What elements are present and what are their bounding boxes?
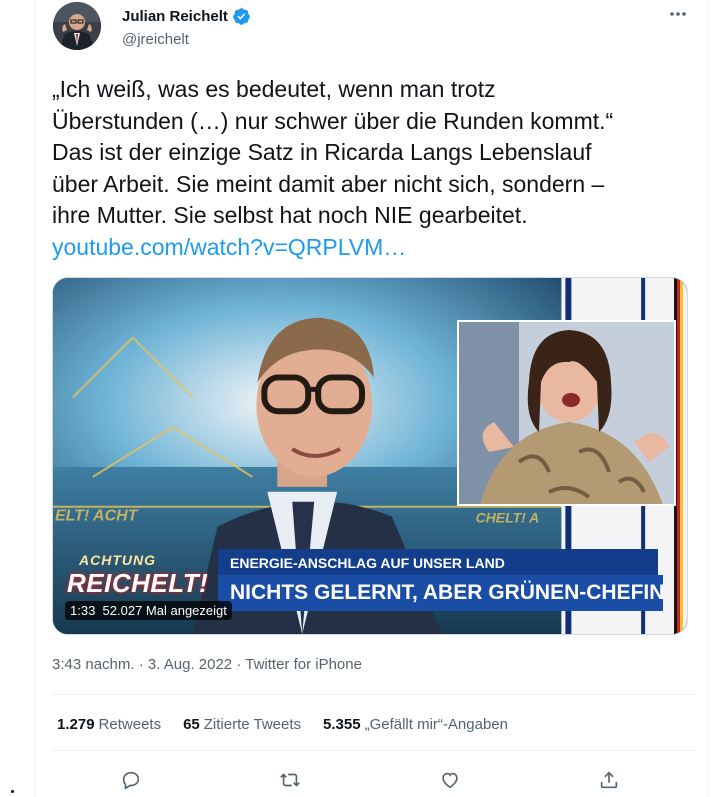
divider: [52, 750, 696, 751]
quotes-count: 65: [183, 716, 200, 733]
like-icon[interactable]: [435, 765, 465, 795]
tweet-text: „Ich weiß, was es bedeutet, wenn man tro…: [52, 74, 697, 264]
svg-text:ELT! ACHT: ELT! ACHT: [55, 508, 139, 525]
video-banner-top: ENERGIE-ANSCHLAG AUF UNSER LAND: [218, 549, 658, 575]
inset-video-frame: [457, 320, 676, 506]
timeline-right-border: [707, 0, 708, 797]
tweet-text-line: Das ist der einzige Satz in Ricarda Lang…: [52, 139, 592, 166]
share-icon[interactable]: [594, 765, 624, 795]
video-banner-main: NICHTS GELERNT, ABER GRÜNEN-CHEFIN: [218, 575, 664, 611]
tweet-time[interactable]: 3:43 nachm.: [52, 656, 135, 673]
tweet-text-line: „Ich weiß, was es bedeutet, wenn man tro…: [52, 76, 496, 102]
retweets-stat[interactable]: 1.279 Retweets: [57, 716, 161, 733]
quotes-stat[interactable]: 65 Zitierte Tweets: [183, 716, 301, 733]
retweet-icon[interactable]: [275, 765, 305, 795]
author-handle[interactable]: @jreichelt: [122, 31, 189, 48]
reply-icon[interactable]: [116, 765, 146, 795]
tweet-link[interactable]: youtube.com/watch?v=QRPLVM…: [52, 232, 697, 264]
tweet-meta: 3:43 nachm. · 3. Aug. 2022 · Twitter for…: [52, 656, 362, 673]
likes-count: 5.355: [323, 716, 361, 733]
tweet-text-line: ihre Mutter. Sie selbst hat noch NIE gea…: [52, 202, 528, 229]
gutter-dot: [11, 790, 14, 793]
tweet-text-line: Überstunden (…) nur schwer über die Rund…: [52, 107, 614, 134]
retweets-label: Retweets: [98, 716, 162, 733]
meta-separator: ·: [138, 656, 148, 673]
meta-separator: ·: [236, 656, 246, 673]
video-player[interactable]: ELT! ACHT CHELT! A ACHTUNG REICHELT! ENE…: [52, 277, 688, 635]
retweets-count: 1.279: [57, 716, 95, 733]
quotes-label: Zitierte Tweets: [203, 716, 302, 733]
tweet-stats: 1.279 Retweets 65 Zitierte Tweets 5.355 „Ge…: [57, 716, 530, 733]
more-icon[interactable]: [668, 4, 688, 29]
show-logo-main: REICHELT!: [67, 568, 209, 598]
tweet-date[interactable]: 3. Aug. 2022: [148, 656, 232, 673]
video-duration-badge: 1:33 52.027 Mal angezeigt: [65, 601, 232, 620]
verified-badge-icon: [232, 7, 251, 26]
tweet: Julian Reichelt @jreichelt „Ich weiß, wa…: [35, 0, 707, 797]
svg-text:CHELT! A: CHELT! A: [476, 510, 539, 526]
video-duration: 1:33: [70, 603, 96, 618]
likes-stat[interactable]: 5.355 „Gefällt mir“-Angaben: [323, 716, 508, 733]
author-name[interactable]: Julian Reichelt: [122, 8, 228, 25]
video-views: 52.027 Mal angezeigt: [102, 603, 227, 618]
left-gutter: [0, 0, 34, 797]
avatar[interactable]: [53, 2, 101, 50]
author-name-row[interactable]: Julian Reichelt: [122, 7, 251, 26]
likes-label: „Gefällt mir“-Angaben: [364, 716, 508, 733]
tweet-source[interactable]: Twitter for iPhone: [245, 656, 362, 673]
show-logo-top: ACHTUNG: [79, 552, 156, 568]
tweet-text-line: über Arbeit. Sie meint damit aber nicht …: [52, 170, 605, 197]
divider: [52, 694, 696, 695]
